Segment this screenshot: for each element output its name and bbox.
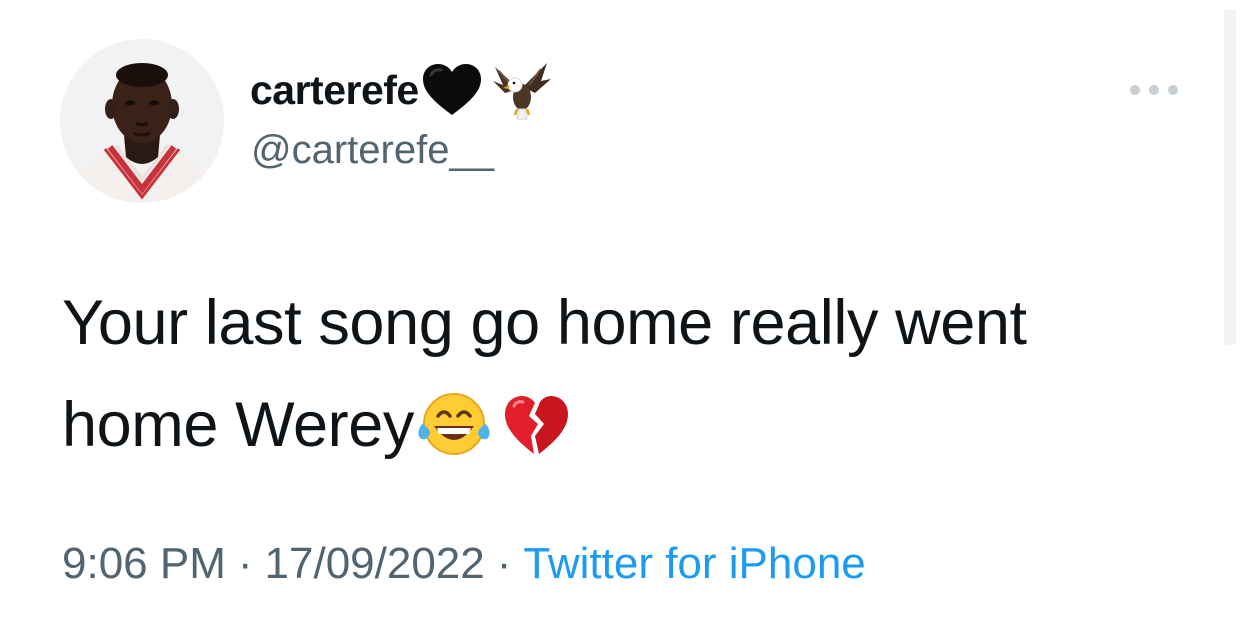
more-options-button[interactable] (1130, 80, 1178, 100)
author-name-row[interactable]: carterefe (250, 56, 551, 124)
avatar-image (60, 39, 224, 203)
tweet-date[interactable]: 17/09/2022 (265, 539, 485, 588)
broken-heart-icon (502, 386, 570, 488)
tweet-text-line: home Werey (62, 374, 1182, 476)
tweet-text-line: Your last song go home really went (62, 288, 1027, 358)
tweet-meta: 9:06 PM · 17/09/2022 · Twitter for iPhone (62, 534, 866, 594)
more-icon (1130, 85, 1140, 95)
more-icon (1149, 85, 1159, 95)
joy-tears-icon (414, 386, 494, 488)
scrollbar-track[interactable] (1224, 10, 1236, 345)
tweet-card: carterefe @carterefe__ Your last song go… (0, 0, 1242, 623)
tweet-time[interactable]: 9:06 PM (62, 539, 226, 588)
eagle-icon (489, 59, 551, 121)
black-heart-icon (421, 63, 483, 117)
meta-separator: · (496, 539, 512, 588)
more-icon (1168, 85, 1178, 95)
meta-separator: · (237, 539, 253, 588)
tweet-source-link[interactable]: Twitter for iPhone (523, 539, 865, 588)
author-display-name[interactable]: carterefe (250, 69, 419, 111)
avatar[interactable] (60, 39, 224, 203)
author-handle[interactable]: @carterefe__ (251, 130, 494, 170)
tweet-text-line-content: home Werey (62, 390, 414, 460)
tweet-text: Your last song go home really went home … (62, 272, 1182, 476)
